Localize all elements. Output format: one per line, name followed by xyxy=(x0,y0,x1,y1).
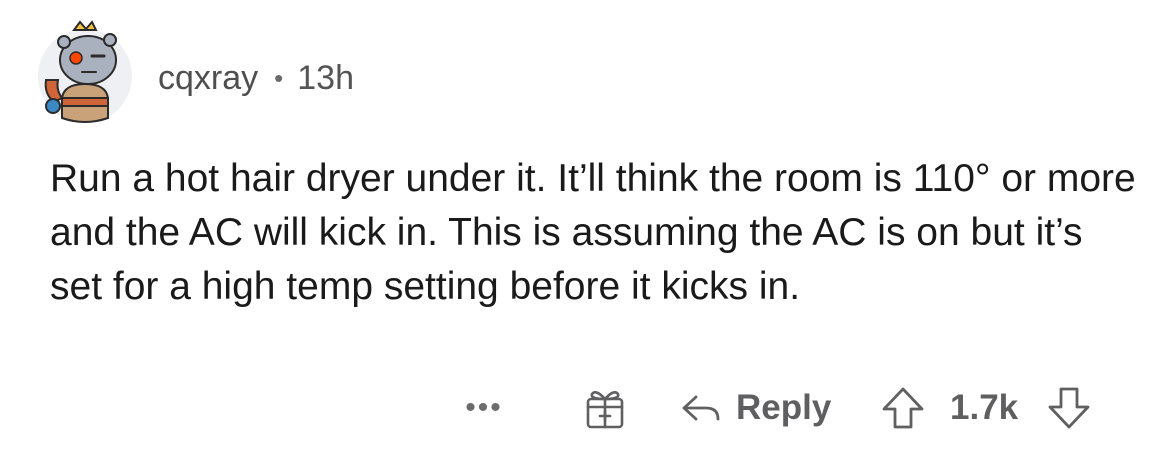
gift-icon xyxy=(586,391,624,429)
comment-action-bar: ••• Reply 1.7k xyxy=(0,380,1170,436)
upvote-button[interactable] xyxy=(880,380,926,436)
more-options-icon: ••• xyxy=(465,391,503,424)
comment-body: Run a hot hair dryer under it. It’ll thi… xyxy=(50,157,1136,308)
meta-separator: • xyxy=(274,62,284,93)
more-options-button[interactable]: ••• xyxy=(462,380,506,436)
upvote-arrow-icon xyxy=(882,387,924,429)
comment-card: cqxray • 13h Run a hot hair dryer under … xyxy=(0,0,1170,458)
reply-label: Reply xyxy=(736,388,832,427)
downvote-arrow-icon xyxy=(1048,387,1090,429)
comment-age: 13h xyxy=(297,58,354,97)
reply-button[interactable]: Reply xyxy=(678,380,831,436)
snoo-avatar-icon xyxy=(38,20,132,123)
username-link[interactable]: cqxray xyxy=(158,59,258,98)
comment-meta: cqxray • 13h xyxy=(158,56,354,100)
reply-arrow-icon xyxy=(682,395,720,421)
downvote-button[interactable] xyxy=(1046,380,1092,436)
vote-score: 1.7k xyxy=(950,388,1019,427)
user-avatar[interactable] xyxy=(36,14,134,126)
award-button[interactable] xyxy=(582,380,628,436)
